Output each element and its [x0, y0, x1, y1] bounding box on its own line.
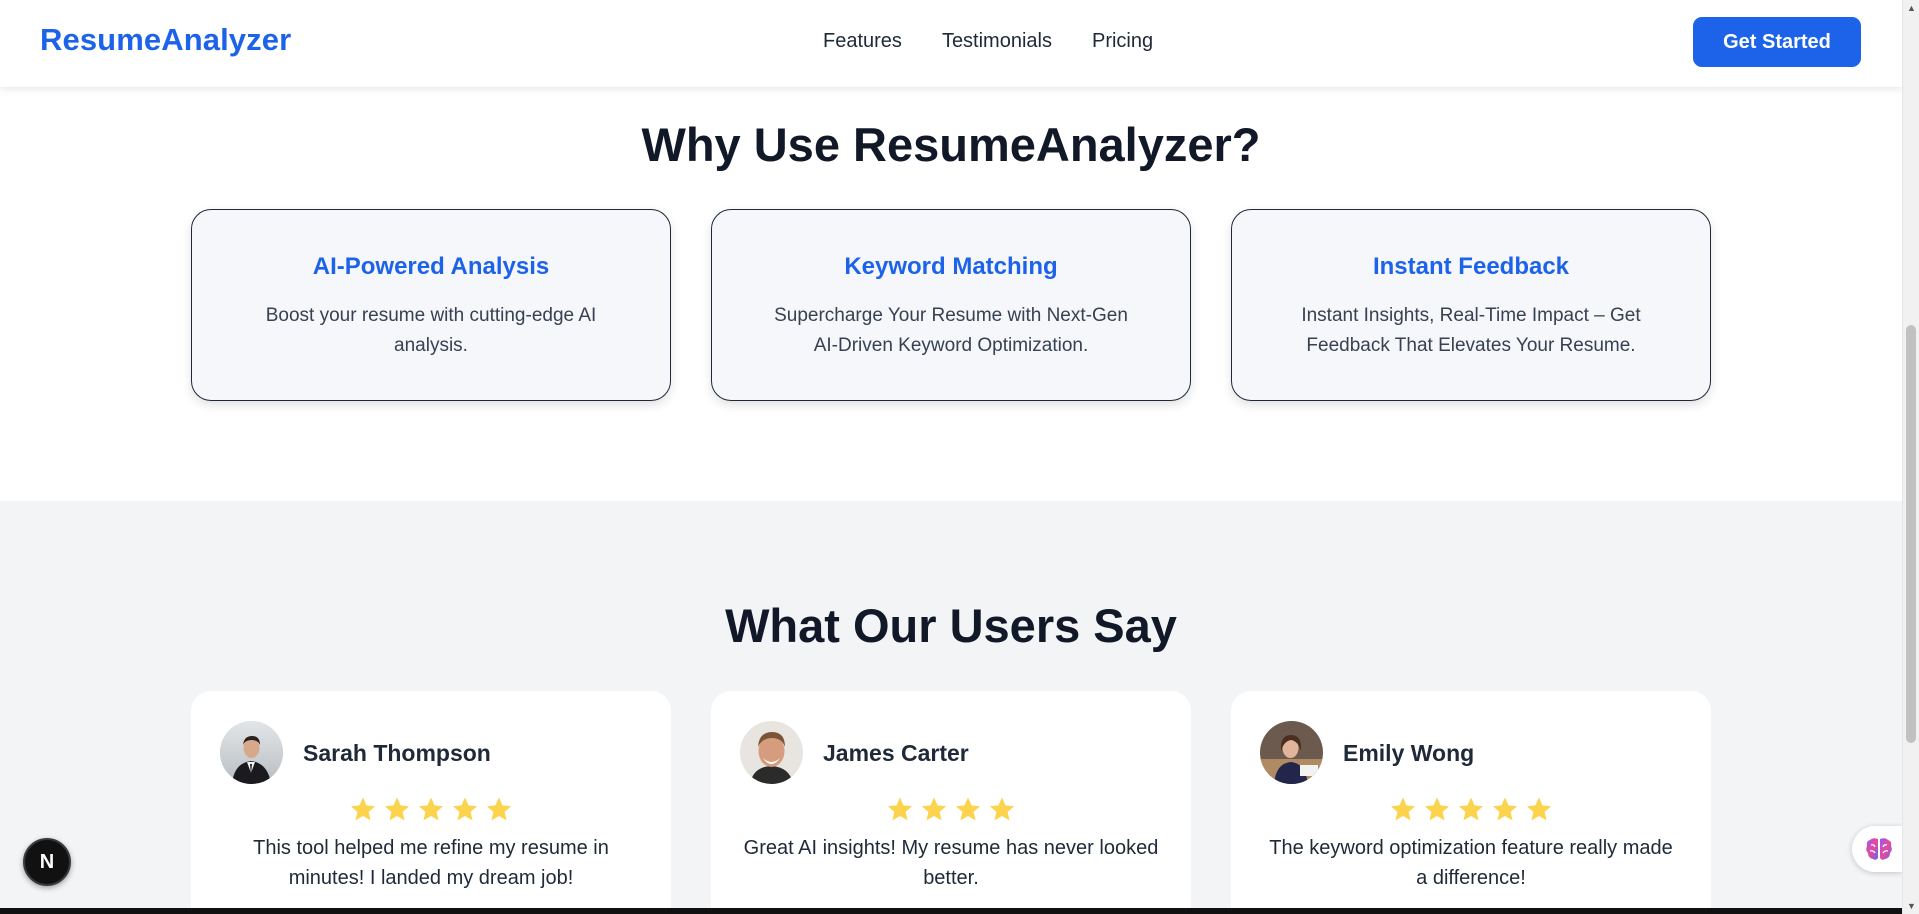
star-icon — [1492, 797, 1518, 821]
testimonial-quote-line: Great AI insights! My resume has never l… — [743, 837, 1159, 859]
testimonial-quote: The keyword optimization feature really … — [1251, 833, 1691, 893]
star-rating — [711, 795, 1191, 823]
testimonial-quote-line: This tool helped me refine my resume in — [253, 837, 609, 859]
scroll-up-arrow-icon[interactable]: ▲ — [1903, 0, 1919, 16]
get-started-button[interactable]: Get Started — [1693, 17, 1861, 67]
testimonial-quote-line: better. — [923, 867, 979, 889]
testimonial-quote: Great AI insights! My resume has never l… — [731, 833, 1171, 893]
bottom-edge-bar — [0, 908, 1902, 914]
testimonial-name: Sarah Thompson — [303, 740, 491, 766]
feature-card-title: Keyword Matching — [844, 253, 1058, 280]
feature-card-text-line: AI-Driven Keyword Optimization. — [813, 335, 1089, 356]
star-icon — [384, 797, 410, 821]
nav-link-testimonials[interactable]: Testimonials — [942, 30, 1052, 53]
features-section: Why Use ResumeAnalyzer? AI-Powered Analy… — [0, 87, 1902, 501]
star-icon — [887, 797, 913, 821]
user-photo-icon — [220, 721, 283, 784]
testimonial-name: James Carter — [823, 740, 969, 766]
feature-card-text-line: Instant Insights, Real-Time Impact – Get — [1301, 305, 1641, 326]
testimonial-card: Sarah Thompson This tool helped me refin… — [191, 691, 671, 914]
testimonial-quote-line: The keyword optimization feature really … — [1269, 837, 1673, 859]
site-header: ResumeAnalyzer Features Testimonials Pri… — [0, 0, 1902, 87]
scrollbar-thumb[interactable] — [1906, 325, 1916, 743]
main-nav: Features Testimonials Pricing — [823, 30, 1153, 53]
nav-link-pricing[interactable]: Pricing — [1092, 30, 1153, 53]
feature-card-description: Instant Insights, Real-Time Impact – Get… — [1256, 301, 1686, 361]
star-icon — [1458, 797, 1484, 821]
nextjs-devtools-button[interactable]: N — [23, 838, 71, 886]
star-icon — [1424, 797, 1450, 821]
user-photo-icon — [740, 721, 803, 784]
user-photo-icon — [1260, 721, 1323, 784]
testimonial-card: Emily Wong The keyword optimization feat… — [1231, 691, 1711, 914]
feature-card-text-line: Supercharge Your Resume with Next-Gen — [774, 305, 1128, 326]
avatar — [740, 721, 803, 784]
testimonial-card: James Carter Great AI insights! My resum… — [711, 691, 1191, 914]
feature-card-text-line: analysis. — [394, 335, 468, 356]
star-icon — [452, 797, 478, 821]
star-icon — [350, 797, 376, 821]
feature-card-description: Supercharge Your Resume with Next-Gen AI… — [736, 301, 1166, 361]
testimonials-title: What Our Users Say — [725, 599, 1177, 652]
star-rating — [1231, 795, 1711, 823]
testimonial-name: Emily Wong — [1343, 740, 1475, 766]
scroll-down-arrow-icon[interactable]: ▼ — [1903, 898, 1919, 914]
brain-icon — [1866, 838, 1892, 860]
star-icon — [989, 797, 1015, 821]
feature-card-text-line: Feedback That Elevates Your Resume. — [1306, 335, 1636, 356]
feature-card-text-line: Boost your resume with cutting-edge AI — [265, 305, 597, 326]
testimonials-section: What Our Users Say Sarah Thompson This t… — [0, 501, 1902, 914]
page-scrollbar[interactable]: ▲ ▼ — [1902, 0, 1919, 914]
feature-card: AI-Powered Analysis Boost your resume wi… — [191, 209, 671, 401]
nav-link-features[interactable]: Features — [823, 30, 902, 53]
feature-card: Instant Feedback Instant Insights, Real-… — [1231, 209, 1711, 401]
features-title: Why Use ResumeAnalyzer? — [641, 118, 1261, 171]
avatar — [1260, 721, 1323, 784]
star-icon — [955, 797, 981, 821]
site-logo[interactable]: ResumeAnalyzer — [40, 22, 291, 58]
feature-card-title: Instant Feedback — [1372, 253, 1570, 280]
feature-card-description: Boost your resume with cutting-edge AI a… — [216, 301, 646, 361]
star-icon — [1526, 797, 1552, 821]
feature-card-title: AI-Powered Analysis — [312, 253, 550, 280]
star-icon — [418, 797, 444, 821]
testimonial-quote: This tool helped me refine my resume in … — [211, 833, 651, 893]
assistant-widget-button[interactable] — [1852, 826, 1902, 872]
star-icon — [486, 797, 512, 821]
star-icon — [921, 797, 947, 821]
star-rating — [191, 795, 671, 823]
testimonial-quote-line: a difference! — [1416, 867, 1526, 889]
testimonial-quote-line: minutes! I landed my dream job! — [288, 867, 574, 889]
avatar — [220, 721, 283, 784]
feature-card: Keyword Matching Supercharge Your Resume… — [711, 209, 1191, 401]
star-icon — [1390, 797, 1416, 821]
